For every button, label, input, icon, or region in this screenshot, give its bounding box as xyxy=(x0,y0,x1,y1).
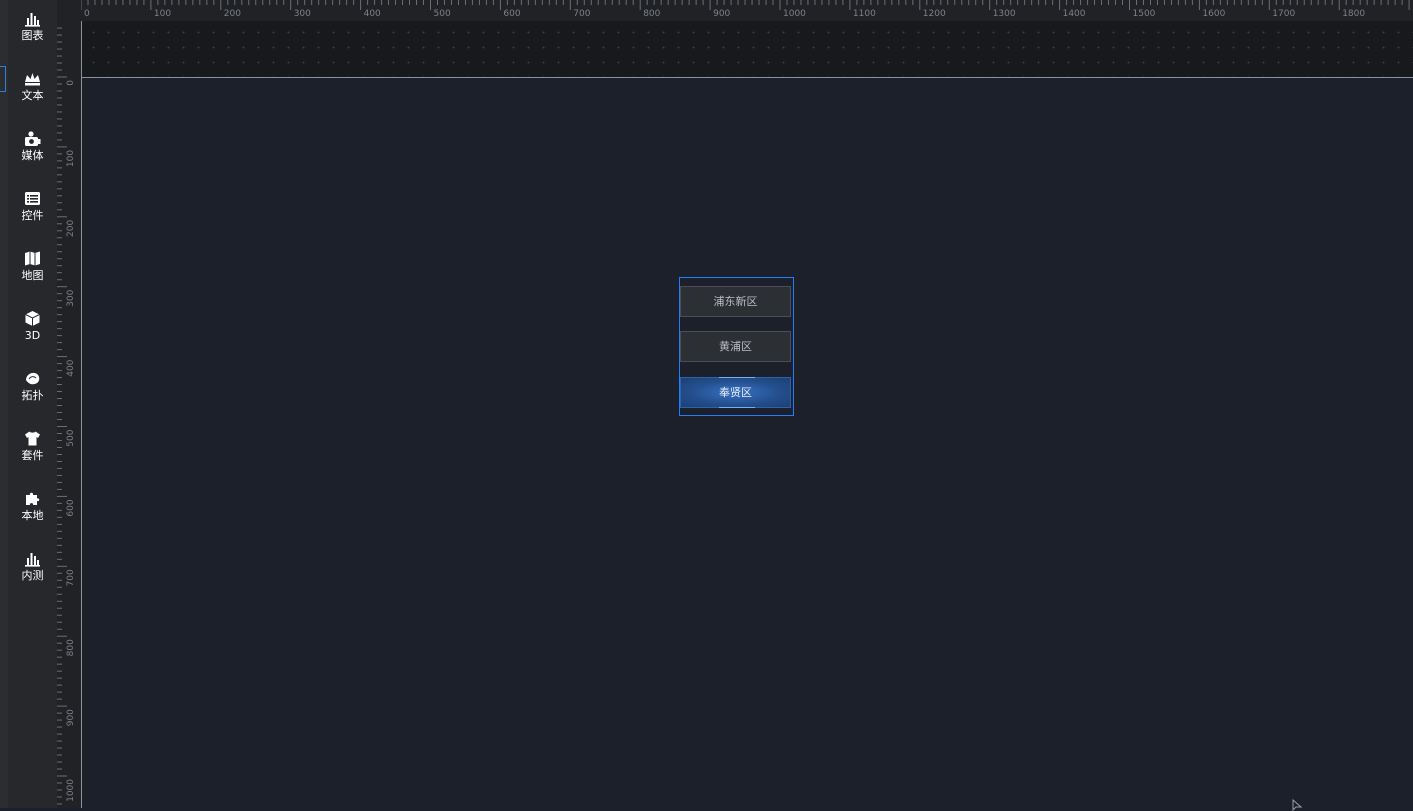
horizontal-ruler[interactable]: 0 100 200 300 400 500 600 700 800 900 1000 1100 1200… xyxy=(57,0,1413,21)
canvas-left-edge-line xyxy=(81,21,82,808)
sidebar-item-controls[interactable]: 控件 xyxy=(8,180,57,230)
shirt-icon xyxy=(25,431,40,446)
sidebar-item-label: 3D xyxy=(24,329,41,342)
sidebar-item-local[interactable]: 本地 xyxy=(8,480,57,530)
district-option-huangpu[interactable]: 黄浦区 xyxy=(680,331,791,362)
ruler-label: 100 xyxy=(66,150,76,167)
sidebar-item-label: 图表 xyxy=(21,29,44,42)
bar-chart-icon xyxy=(25,553,40,567)
ruler-label: 600 xyxy=(66,499,76,516)
active-glow-bottom xyxy=(719,407,755,408)
option-label: 浦东新区 xyxy=(713,295,758,308)
ruler-label: 300 xyxy=(66,289,76,306)
ruler-label: 300 xyxy=(294,9,311,19)
ruler-label: 0 xyxy=(66,80,76,86)
sidebar-item-text[interactable]: 文本 xyxy=(8,60,57,110)
sidebar-item-chart[interactable]: 图表 xyxy=(8,0,57,50)
sidebar-item-topology[interactable]: 拓扑 xyxy=(8,360,57,410)
sidebar-item-3d[interactable]: 3D xyxy=(8,300,57,350)
mouse-cursor-icon xyxy=(1292,799,1303,811)
sidebar-item-label: 内测 xyxy=(21,569,44,582)
component-sidebar: 图表 文本 媒体 控件 地图 3D 拓扑 套件 本地 内测 xyxy=(8,0,57,808)
ruler-label: 900 xyxy=(66,709,76,726)
ruler-label: 200 xyxy=(66,220,76,237)
ruler-label: 700 xyxy=(66,569,76,586)
option-label: 黄浦区 xyxy=(719,340,752,353)
ruler-label: 600 xyxy=(503,9,520,19)
ruler-label: 1000 xyxy=(783,9,806,19)
ruler-label: 200 xyxy=(224,9,241,19)
sidebar-item-label: 媒体 xyxy=(21,149,44,162)
bar-chart-icon xyxy=(25,13,40,27)
ruler-label: 1400 xyxy=(1063,9,1086,19)
option-label: 奉贤区 xyxy=(719,386,752,399)
sidebar-item-map[interactable]: 地图 xyxy=(8,240,57,290)
sidebar-item-kit[interactable]: 套件 xyxy=(8,420,57,470)
ruler-label: 700 xyxy=(573,9,590,19)
cube-icon xyxy=(25,311,40,326)
ruler-label: 1500 xyxy=(1133,9,1156,19)
map-icon xyxy=(25,251,40,266)
sidebar-item-label: 地图 xyxy=(21,269,44,282)
ruler-label: 400 xyxy=(364,9,381,19)
sidebar-item-label: 本地 xyxy=(21,509,44,522)
sidebar-item-label: 控件 xyxy=(21,209,44,222)
ruler-label: 1700 xyxy=(1272,9,1295,19)
sidebar-item-beta[interactable]: 内测 xyxy=(8,540,57,590)
ruler-label: 800 xyxy=(66,639,76,656)
ruler-label: 400 xyxy=(66,359,76,376)
ruler-label: 1200 xyxy=(923,9,946,19)
district-option-fengxian[interactable]: 奉贤区 xyxy=(680,377,791,408)
canvas-top-edge-line xyxy=(82,77,1413,78)
sidebar-item-label: 文本 xyxy=(21,89,44,102)
sidebar-item-label: 套件 xyxy=(21,449,44,462)
ruler-label: 100 xyxy=(154,9,171,19)
ruler-label: 1000 xyxy=(66,779,76,802)
active-glow-top xyxy=(719,377,755,378)
ruler-label: 800 xyxy=(643,9,660,19)
ruler-label: 1100 xyxy=(853,9,876,19)
ruler-label: 900 xyxy=(713,9,730,19)
sidebar-item-label: 拓扑 xyxy=(21,389,44,402)
camera-icon xyxy=(25,131,41,146)
crown-icon xyxy=(25,73,40,86)
list-icon xyxy=(25,192,40,205)
sidebar-item-media[interactable]: 媒体 xyxy=(8,120,57,170)
left-edge-panel xyxy=(0,0,8,808)
left-edge-selection-marker xyxy=(0,66,6,92)
ruler-label: 1600 xyxy=(1202,9,1225,19)
topology-icon xyxy=(26,372,40,385)
ruler-label: 1800 xyxy=(1342,9,1365,19)
ruler-label: 500 xyxy=(66,429,76,446)
canvas-outside-area xyxy=(82,21,1413,77)
vertical-ruler[interactable]: 0 100 200 300 400 500 600 700 800 900 1000 xyxy=(57,0,81,808)
ruler-label: 500 xyxy=(434,9,451,19)
district-selector-widget[interactable]: 浦东新区 黄浦区 奉贤区 xyxy=(679,277,794,416)
district-option-pudong[interactable]: 浦东新区 xyxy=(680,286,791,317)
ruler-label: 0 xyxy=(84,9,90,19)
puzzle-icon xyxy=(26,492,40,505)
ruler-label: 1300 xyxy=(993,9,1016,19)
